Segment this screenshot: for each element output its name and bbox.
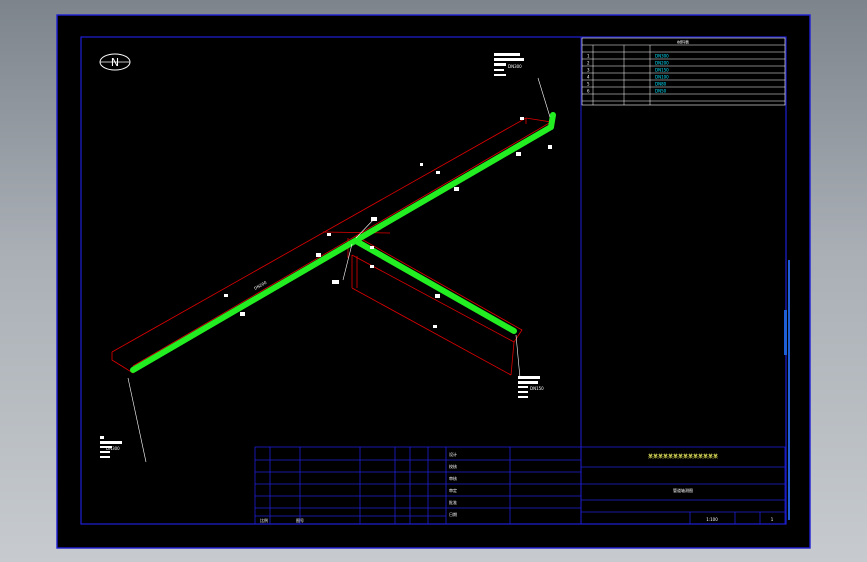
model-space [57, 15, 810, 548]
title-block-row-label: 审核 [449, 475, 457, 481]
material-row-spec: DN100 [655, 75, 669, 80]
project-title: 某某某某某某某某某某某某某某 [648, 454, 718, 460]
material-row-spec: DN80 [655, 82, 667, 87]
sheet-number: 1 [771, 517, 774, 522]
riser-pipe [548, 112, 556, 130]
tag-top-label: DN300 [508, 64, 522, 69]
scale-value: 1:100 [706, 517, 718, 522]
material-row-spec: DN200 [655, 61, 669, 66]
footer-mid: 图号 [296, 517, 304, 523]
title-block-row-label: 批准 [449, 499, 457, 505]
title-block-row-label: 设计 [449, 451, 457, 457]
title-block-row-label: 审定 [449, 487, 457, 493]
material-row-spec: DN150 [655, 68, 669, 73]
cad-drawing-canvas[interactable]: N 材料表 1 DN3002 DN2003 DN1504 DN1005 DN806 DN50 [0, 0, 867, 562]
title-block-row-label: 校核 [449, 463, 457, 469]
tag-left-label: DN300 [106, 446, 120, 451]
material-row-spec: DN300 [655, 54, 669, 59]
north-letter: N [111, 56, 119, 69]
north-arrow: N [99, 53, 131, 71]
footer-left: 比例 [260, 517, 268, 523]
drawing-name: 管道轴测图 [673, 487, 693, 493]
tag-right-label: DN150 [530, 386, 544, 391]
material-row-spec: DN50 [655, 89, 667, 94]
material-table-title: 材料表 [677, 39, 689, 45]
title-block-row-label: 日期 [449, 511, 457, 517]
